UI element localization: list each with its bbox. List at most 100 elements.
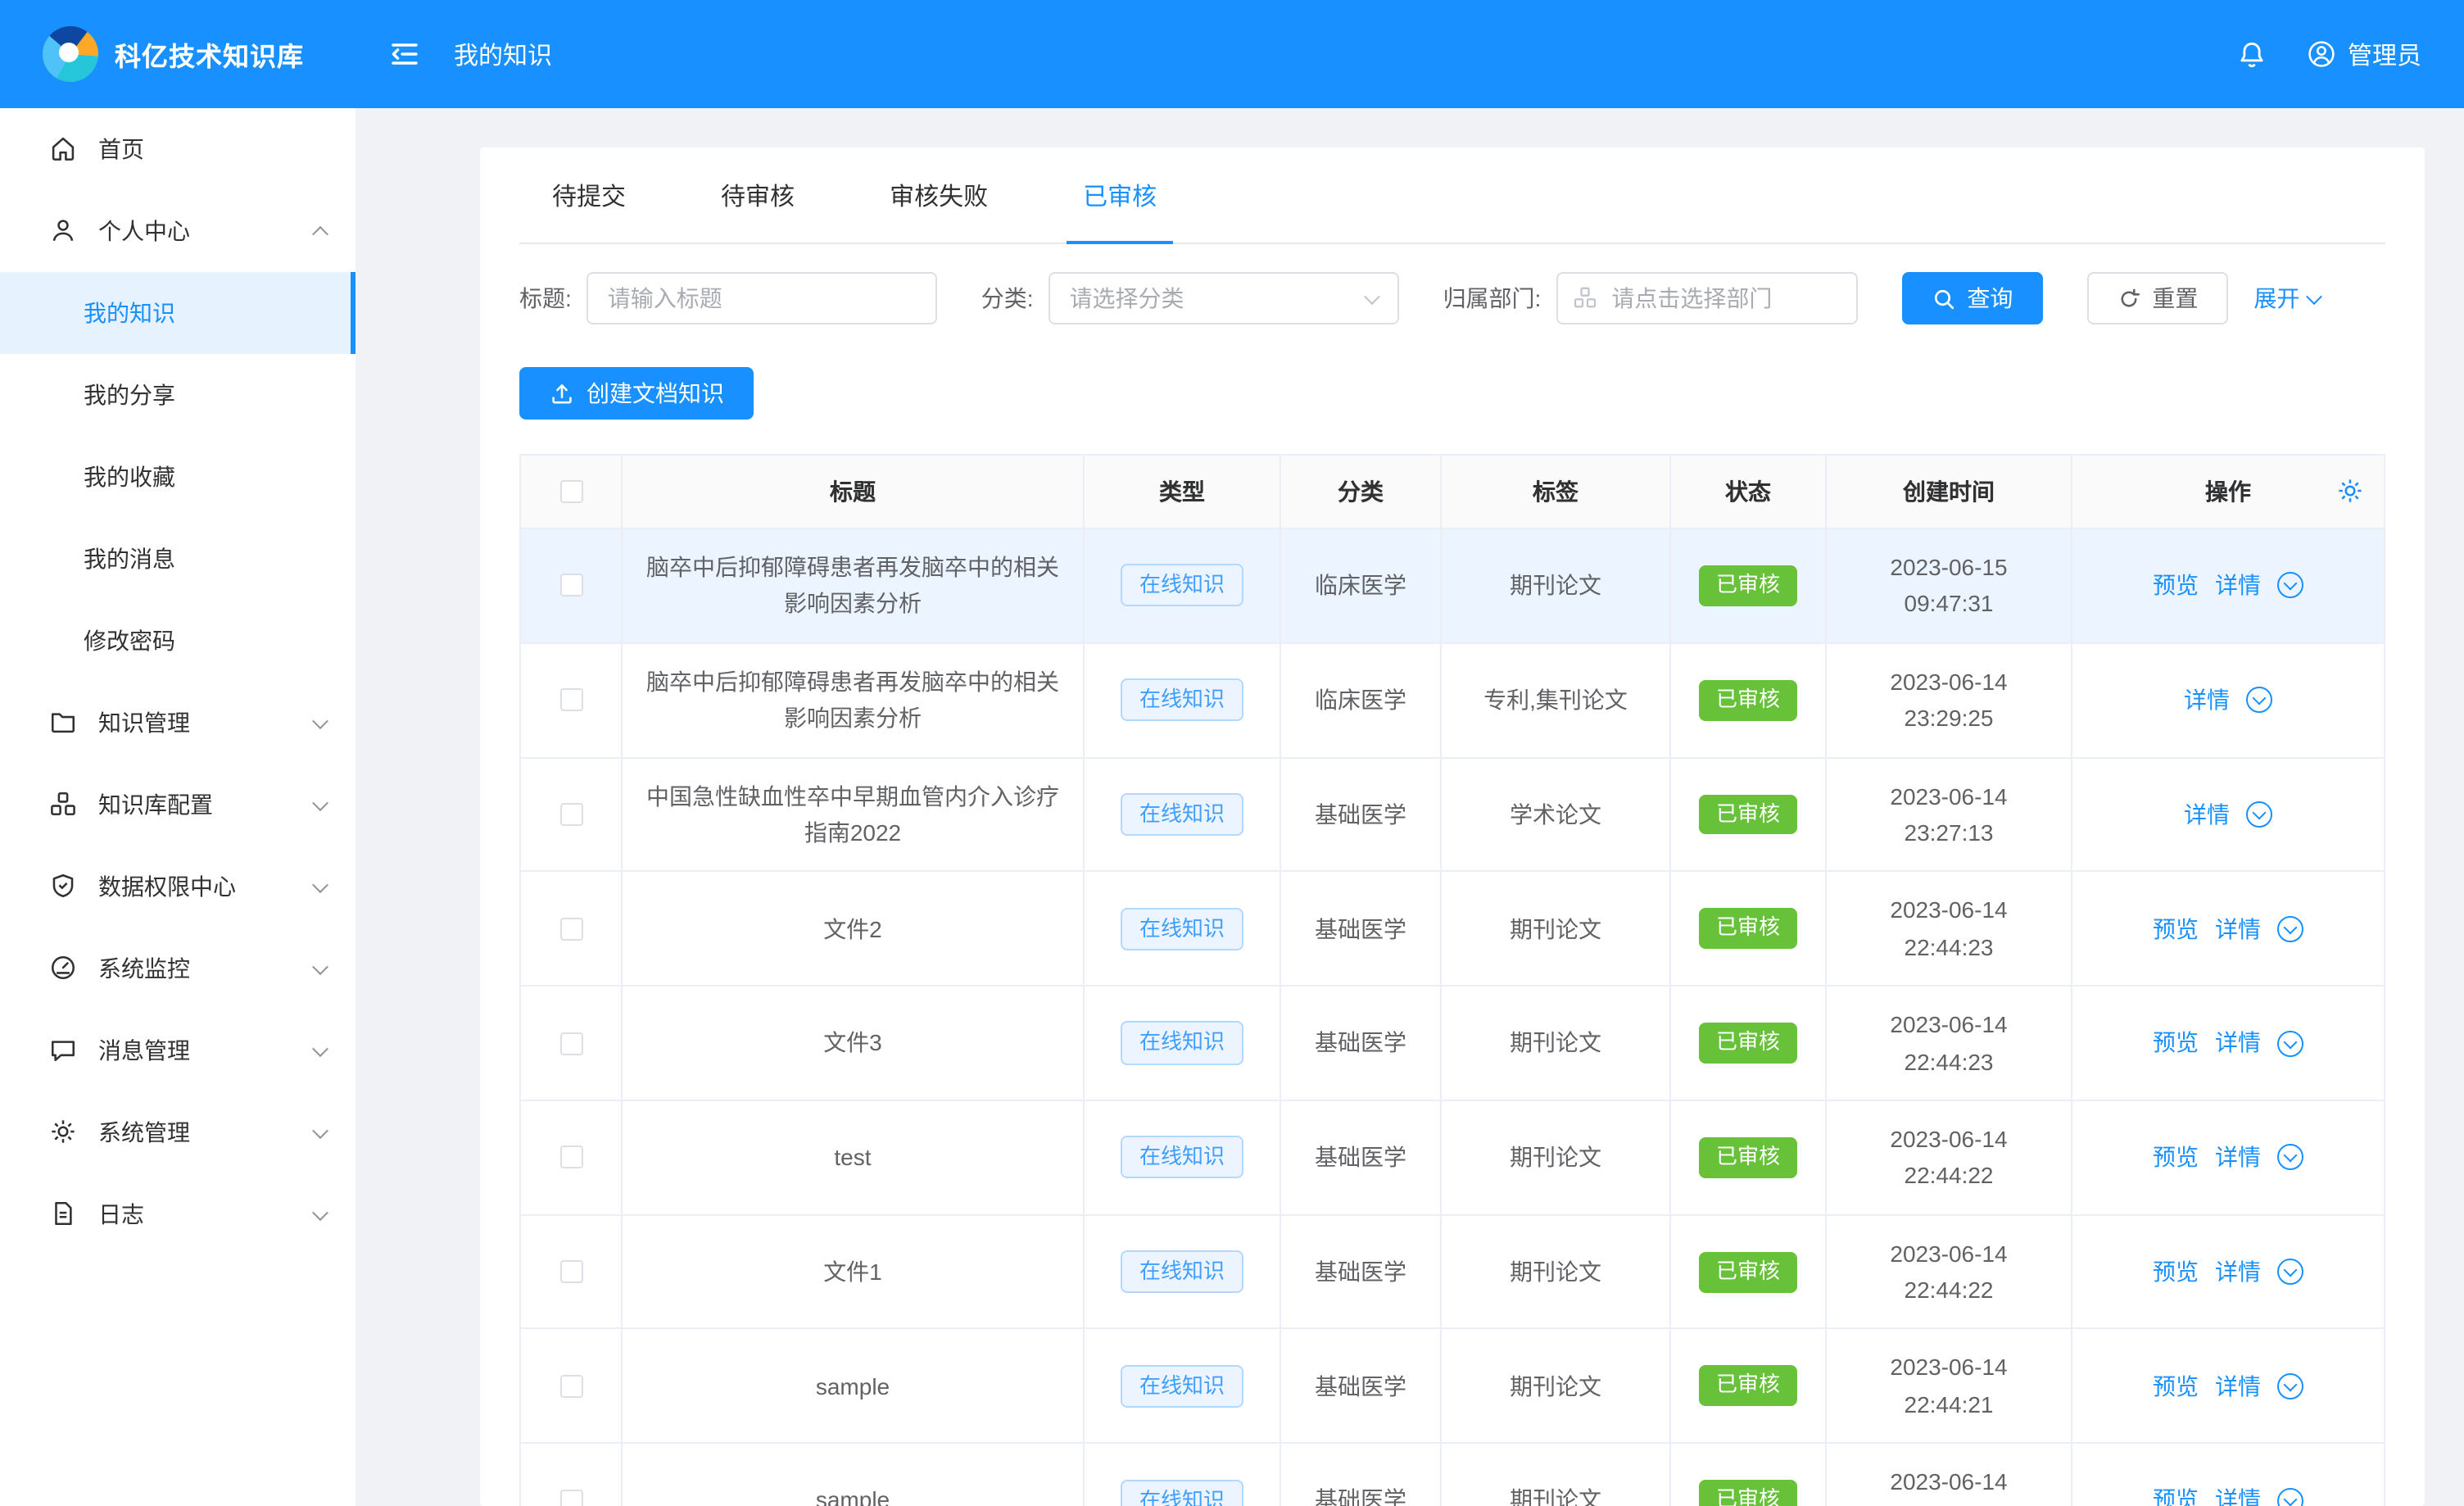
sidebar-item[interactable]: 知识库配置: [0, 764, 356, 846]
row-title: 文件3: [623, 987, 1085, 1100]
row-checkbox-cell: [521, 873, 623, 986]
brand-name: 科亿技术知识库: [115, 34, 304, 74]
more-actions-icon[interactable]: [2277, 1259, 2303, 1285]
collapse-sidebar-icon[interactable]: [388, 38, 421, 70]
row-title: 脑卒中后抑郁障碍患者再发脑卒中的相关影响因素分析: [623, 644, 1085, 757]
row-tags: 期刊论文: [1442, 1101, 1671, 1214]
preview-link[interactable]: 预览: [2153, 567, 2199, 604]
sidebar-item[interactable]: 日志: [0, 1173, 356, 1255]
preview-link[interactable]: 预览: [2153, 1139, 2199, 1176]
row-type-cell: 在线知识: [1085, 1101, 1281, 1214]
row-checkbox[interactable]: [559, 917, 582, 940]
sidebar-item[interactable]: 我的知识: [0, 272, 356, 354]
row-checkbox[interactable]: [559, 1489, 582, 1506]
notification-bell-icon[interactable]: [2236, 39, 2267, 70]
more-actions-icon[interactable]: [2277, 915, 2303, 941]
preview-link[interactable]: 预览: [2153, 1025, 2199, 1062]
detail-link[interactable]: 详情: [2215, 1025, 2261, 1062]
user-menu[interactable]: 管理员: [2307, 37, 2421, 71]
preview-link[interactable]: 预览: [2153, 1254, 2199, 1291]
row-created-time: 2023-06-14 22:44:22: [1827, 1101, 2072, 1214]
tab[interactable]: 待提交: [552, 147, 626, 243]
cubes-icon: [49, 790, 79, 819]
more-actions-icon[interactable]: [2246, 687, 2272, 713]
row-status-cell: 已审核: [1671, 758, 1827, 871]
column-header-category: 分类: [1281, 456, 1442, 528]
detail-link[interactable]: 详情: [2215, 1254, 2261, 1291]
more-actions-icon[interactable]: [2277, 1373, 2303, 1399]
create-row: 创建文档知识: [519, 367, 2385, 420]
more-actions-icon[interactable]: [2277, 1487, 2303, 1506]
more-actions-icon[interactable]: [2277, 573, 2303, 599]
row-type-cell: 在线知识: [1085, 987, 1281, 1100]
column-settings-gear-icon[interactable]: [2336, 477, 2364, 505]
tab[interactable]: 审核失败: [890, 147, 988, 243]
detail-link[interactable]: 详情: [2184, 682, 2230, 719]
create-doc-button[interactable]: 创建文档知识: [519, 367, 754, 420]
title-filter-input[interactable]: [587, 272, 937, 324]
row-checkbox[interactable]: [559, 1146, 582, 1169]
row-checkbox[interactable]: [559, 1260, 582, 1283]
sidebar-item[interactable]: 我的消息: [0, 518, 356, 600]
select-all-cell: [521, 456, 623, 528]
type-tag: 在线知识: [1121, 1022, 1243, 1064]
row-tags: 学术论文: [1442, 758, 1671, 871]
detail-link[interactable]: 详情: [2184, 796, 2230, 833]
row-checkbox[interactable]: [559, 574, 582, 597]
sidebar-item[interactable]: 个人中心: [0, 190, 356, 272]
row-checkbox-cell: [521, 1330, 623, 1443]
table-row: 文件3 在线知识 基础医学 期刊论文 已审核 2023-06-14 22:44:…: [521, 985, 2384, 1100]
detail-link[interactable]: 详情: [2215, 1139, 2261, 1176]
detail-link[interactable]: 详情: [2215, 1482, 2261, 1506]
sidebar-item[interactable]: 系统监控: [0, 928, 356, 1009]
row-type-cell: 在线知识: [1085, 644, 1281, 757]
column-header-title: 标题: [623, 456, 1085, 528]
detail-link[interactable]: 详情: [2215, 1368, 2261, 1404]
reset-button[interactable]: 重置: [2086, 272, 2227, 324]
row-status-cell: 已审核: [1671, 873, 1827, 986]
preview-link[interactable]: 预览: [2153, 1368, 2199, 1404]
search-icon: [1931, 286, 1955, 311]
preview-link[interactable]: 预览: [2153, 910, 2199, 947]
sidebar-item[interactable]: 我的收藏: [0, 436, 356, 518]
row-checkbox[interactable]: [559, 688, 582, 711]
row-actions: 预览 详情: [2072, 1101, 2384, 1214]
detail-link[interactable]: 详情: [2215, 910, 2261, 947]
row-created-time: 2023-06-14 22:44:21: [1827, 1330, 2072, 1443]
create-doc-button-label: 创建文档知识: [587, 377, 724, 410]
sidebar-item[interactable]: 知识管理: [0, 682, 356, 764]
header-main: 我的知识: [356, 37, 2236, 71]
row-category: 基础医学: [1281, 1215, 1442, 1328]
table-row: sample 在线知识 基础医学 期刊论文 已审核 2023-06-14 22:…: [521, 1443, 2384, 1506]
tab[interactable]: 已审核: [1083, 147, 1157, 243]
more-actions-icon[interactable]: [2246, 801, 2272, 828]
row-checkbox[interactable]: [559, 803, 582, 826]
more-actions-icon[interactable]: [2277, 1145, 2303, 1171]
select-all-checkbox[interactable]: [559, 480, 582, 503]
table-row: 脑卒中后抑郁障碍患者再发脑卒中的相关影响因素分析 在线知识 临床医学 期刊论文 …: [521, 528, 2384, 642]
row-actions: 预览 详情: [2072, 987, 2384, 1100]
expand-filters-link[interactable]: 展开: [2253, 282, 2319, 315]
sidebar-item[interactable]: 消息管理: [0, 1009, 356, 1091]
tab[interactable]: 待审核: [721, 147, 795, 243]
search-button[interactable]: 查询: [1901, 272, 2042, 324]
sidebar-item[interactable]: 数据权限中心: [0, 846, 356, 928]
row-type-cell: 在线知识: [1085, 1215, 1281, 1328]
preview-link[interactable]: 预览: [2153, 1482, 2199, 1506]
category-filter-select[interactable]: 请选择分类: [1049, 272, 1399, 324]
sidebar-item[interactable]: 修改密码: [0, 600, 356, 682]
row-type-cell: 在线知识: [1085, 873, 1281, 986]
sidebar-item[interactable]: 我的分享: [0, 354, 356, 436]
row-category: 基础医学: [1281, 873, 1442, 986]
sidebar-item[interactable]: 系统管理: [0, 1091, 356, 1173]
row-checkbox[interactable]: [559, 1375, 582, 1398]
status-badge: 已审核: [1700, 1023, 1796, 1064]
status-badge: 已审核: [1700, 1137, 1796, 1178]
detail-link[interactable]: 详情: [2215, 567, 2261, 604]
sidebar-item[interactable]: 首页: [0, 108, 356, 190]
dept-filter-input[interactable]: [1556, 272, 1857, 324]
row-category: 临床医学: [1281, 529, 1442, 642]
chevron-down-icon: [312, 794, 328, 810]
row-checkbox[interactable]: [559, 1032, 582, 1055]
more-actions-icon[interactable]: [2277, 1030, 2303, 1056]
